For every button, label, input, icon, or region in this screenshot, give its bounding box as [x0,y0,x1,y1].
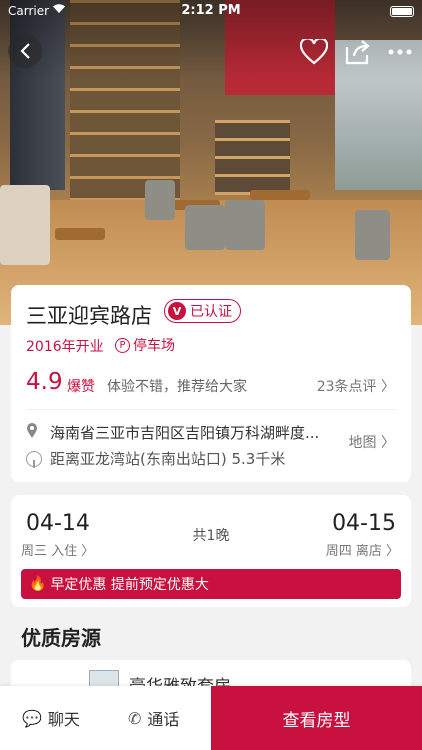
call-button[interactable]: ✆ 通话 [128,706,179,730]
distance-text: 距离亚龙湾站(东南出站口) 5.3千米 [50,450,286,468]
rooms-section-title: 优质房源 [21,626,101,650]
parking-icon: P [115,337,130,353]
share-icon [345,40,370,65]
hotel-info-card: 三亚迎宾路店 V 已认证 2016年开业 P 停车场 4.9 爆赞 体验不错，推… [11,285,411,482]
share-button[interactable] [340,34,376,70]
more-icon [388,49,412,55]
chat-button[interactable]: 💬 聊天 [22,706,80,730]
hotel-name: 三亚迎宾路店 [26,304,152,328]
early-booking-promo[interactable]: 🔥 早定优惠 提前预定优惠大 [21,569,401,599]
fire-icon: 🔥 [29,576,47,592]
address[interactable]: 海南省三亚市吉阳区吉阳镇万科湖畔度... [26,422,319,443]
opened-year: 2016年开业 [26,339,104,355]
map-link[interactable]: 地图 〉 [349,432,395,452]
view-room-types-button[interactable]: 查看房型 [211,686,422,750]
clock: 2:12 PM [181,3,241,18]
verified-badge[interactable]: V 已认证 [164,299,241,323]
rating-label: 爆赞 [67,379,95,395]
review-count-link[interactable]: 23条点评 〉 [317,376,395,396]
location-pin-icon [26,422,42,443]
rating-score: 4.9 [26,369,63,395]
battery-icon [390,6,414,17]
parking-label: 停车场 [133,338,175,354]
phone-icon: ✆ [128,708,142,728]
review-quote: 体验不错，推荐给大家 [107,379,247,395]
call-label: 通话 [147,710,180,729]
verified-icon: V [168,302,186,320]
bottom-action-bar: 💬 聊天 ✆ 通话 查看房型 [0,686,422,750]
status-bar: Carrier 2:12 PM [0,0,422,22]
parking-tag: P 停车场 [115,335,175,355]
checkout-date[interactable]: 04-15 [332,511,396,536]
heart-icon [300,39,328,65]
promo-text: 早定优惠 提前预定优惠大 [50,577,209,593]
distance-icon [26,450,42,468]
more-button[interactable] [383,34,417,70]
back-icon [20,43,30,59]
distance: 距离亚龙湾站(东南出站口) 5.3千米 [26,448,285,469]
checkout-label[interactable]: 周四 离店 〉 [326,540,399,559]
verified-label: 已认证 [190,304,232,320]
stay-dates-card: 04-14 周三 入住 〉 共1晚 04-15 周四 离店 〉 🔥 早定优惠 提… [11,495,411,607]
chat-icon: 💬 [22,708,42,728]
address-text: 海南省三亚市吉阳区吉阳镇万科湖畔度... [50,424,320,442]
chat-label: 聊天 [47,710,80,729]
back-button[interactable] [8,34,42,68]
divider [26,409,396,410]
favorite-button[interactable] [296,34,332,70]
